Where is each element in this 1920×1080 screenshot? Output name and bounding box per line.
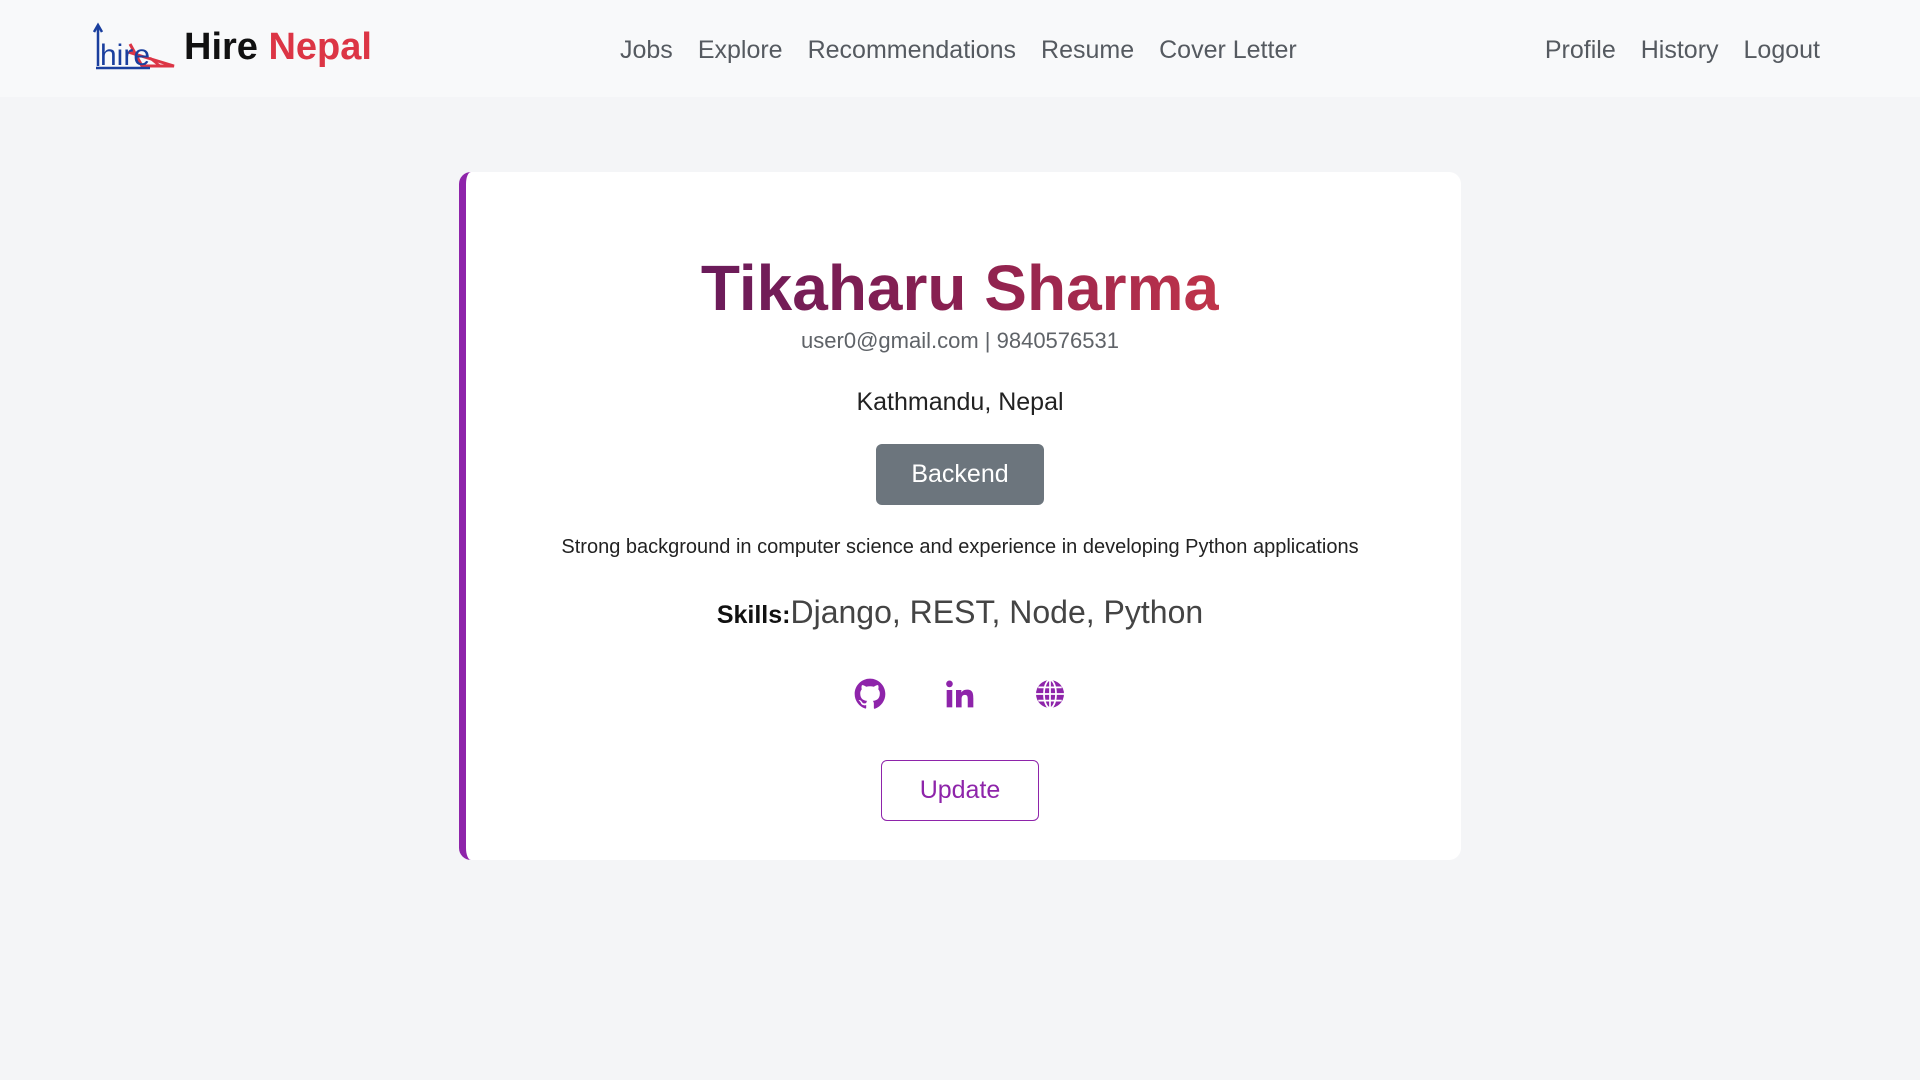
profile-phone: 9840576531 xyxy=(996,328,1119,353)
profile-location: Kathmandu, Nepal xyxy=(856,388,1064,416)
brand-name: Hire Nepal xyxy=(184,26,372,69)
github-icon[interactable] xyxy=(854,678,886,710)
brand-link[interactable]: hire Hire Nepal xyxy=(90,22,372,72)
update-profile-button[interactable]: Update xyxy=(881,760,1039,821)
brand-name-hire: Hire xyxy=(184,25,258,68)
hire-nepal-logo-icon: hire xyxy=(92,22,175,72)
nav-recommendations[interactable]: Recommendations xyxy=(808,32,1016,68)
linkedin-icon[interactable] xyxy=(944,678,976,710)
social-links xyxy=(0,678,1920,714)
profile-bio: Strong background in computer science an… xyxy=(561,536,1359,558)
profile-email: user0@gmail.com xyxy=(801,328,979,353)
role-badge-button[interactable]: Backend xyxy=(876,444,1044,505)
brand-name-nepal: Nepal xyxy=(268,25,372,68)
nav-resume[interactable]: Resume xyxy=(1041,32,1134,68)
nav-cover-letter[interactable]: Cover Letter xyxy=(1159,32,1297,68)
globe-icon[interactable] xyxy=(1034,678,1066,710)
profile-name: Tikaharu Sharma xyxy=(700,252,1220,324)
profile-contact: user0@gmail.com | 9840576531 xyxy=(0,326,1920,356)
skills-list: Django, REST, Node, Python xyxy=(790,594,1204,630)
logo-text: hire xyxy=(100,39,150,72)
nav-jobs[interactable]: Jobs xyxy=(620,32,673,68)
main-nav: Jobs Explore Recommendations Resume Cove… xyxy=(620,32,1297,68)
contact-separator: | xyxy=(978,328,997,353)
profile-skills: Skills:Django, REST, Node, Python xyxy=(0,592,1920,639)
top-navbar: hire Hire Nepal Jobs Explore Recommendat… xyxy=(0,0,1920,97)
skills-label: Skills: xyxy=(716,601,791,629)
user-nav: Profile History Logout xyxy=(1545,32,1820,68)
nav-explore[interactable]: Explore xyxy=(698,32,783,68)
nav-history[interactable]: History xyxy=(1641,32,1719,68)
nav-logout[interactable]: Logout xyxy=(1744,32,1820,68)
nav-profile[interactable]: Profile xyxy=(1545,32,1616,68)
